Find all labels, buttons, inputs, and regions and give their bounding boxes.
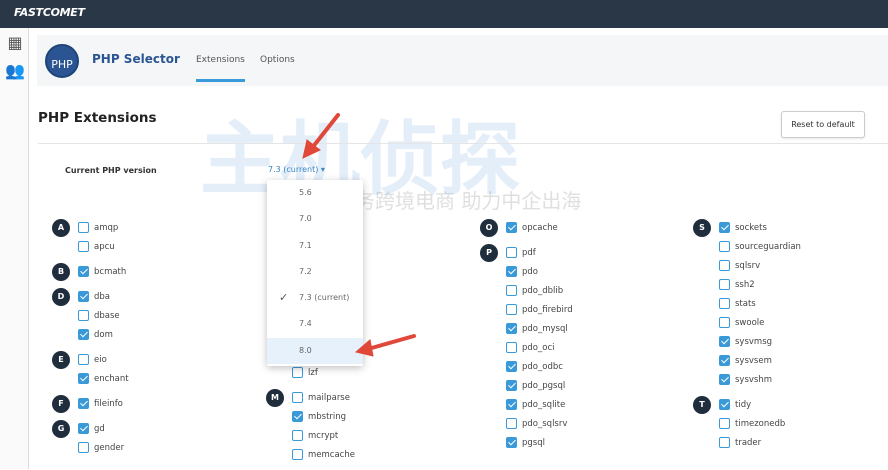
annotation-arrows bbox=[302, 113, 416, 357]
red-arrow-icon bbox=[354, 334, 416, 357]
red-arrow-icon bbox=[302, 113, 340, 159]
